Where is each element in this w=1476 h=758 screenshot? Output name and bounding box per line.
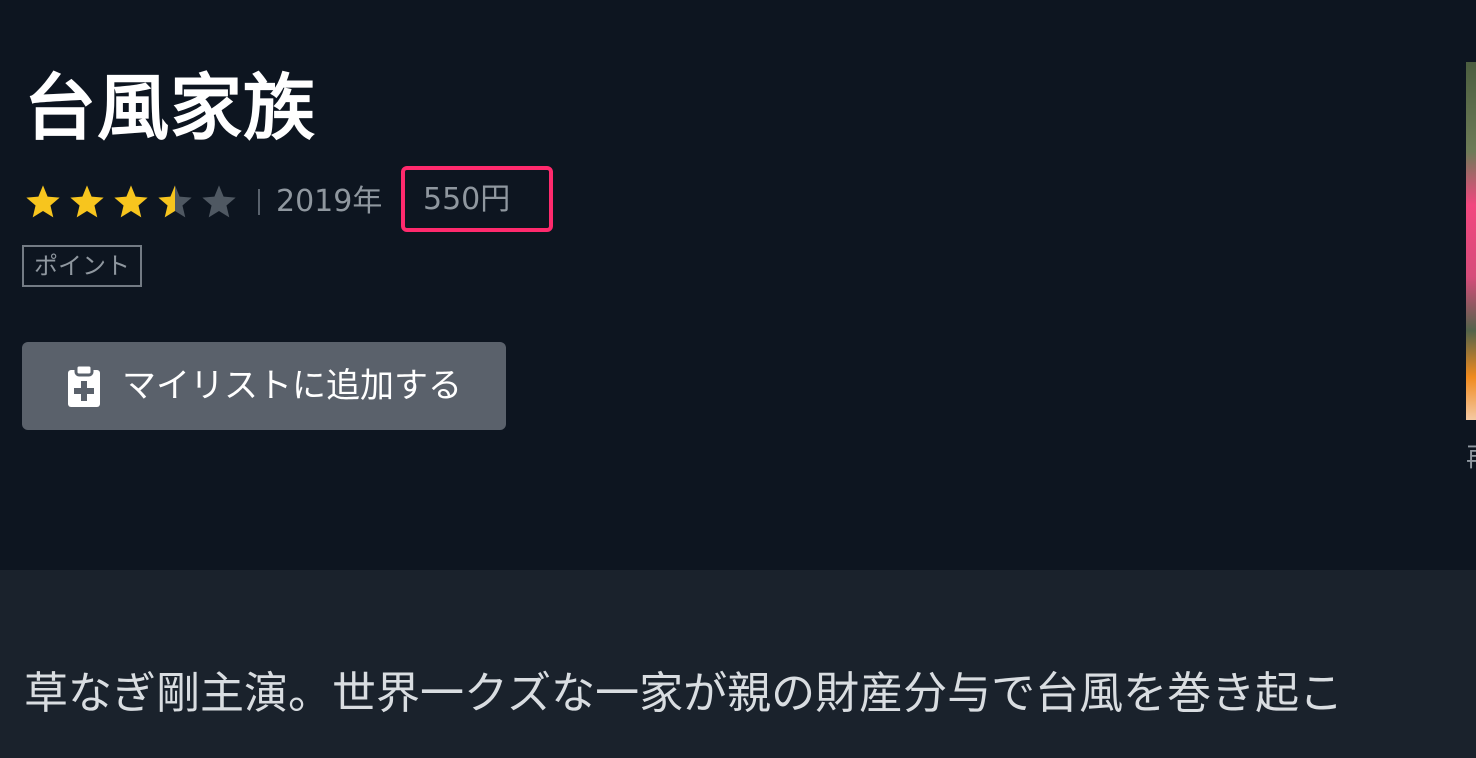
point-tag: ポイント [22, 245, 142, 287]
release-year: 2019年 [276, 184, 383, 219]
star-filled-icon [26, 185, 60, 218]
page: 台風家族 2019年 550円 ポイント マイリストに追加する 再 草なぎ剛主演… [0, 0, 1476, 758]
page-title: 台風家族 [24, 66, 317, 150]
add-to-mylist-button[interactable]: マイリストに追加する [22, 342, 506, 430]
related-thumbnail[interactable] [1466, 62, 1476, 420]
description-section: 草なぎ剛主演。世界一クズな一家が親の財産分与で台風を巻き起こ [0, 570, 1476, 758]
star-rating [24, 183, 238, 221]
description-text: 草なぎ剛主演。世界一クズな一家が親の財産分与で台風を巻き起こ [24, 668, 1344, 719]
meta-divider [258, 189, 260, 215]
related-caption: 再 [1466, 440, 1476, 476]
clipboard-plus-icon [68, 363, 100, 407]
add-to-mylist-label: マイリストに追加する [122, 366, 462, 406]
hero-section: 台風家族 2019年 550円 ポイント マイリストに追加する 再 [0, 0, 1476, 570]
price-label: 550円 [423, 182, 511, 217]
meta-row: 2019年 [24, 180, 382, 224]
price-highlight-box: 550円 [401, 166, 553, 232]
star-empty-icon [202, 185, 236, 218]
star-half-icon [158, 185, 192, 218]
star-filled-icon [114, 185, 148, 218]
star-filled-icon [70, 185, 104, 218]
